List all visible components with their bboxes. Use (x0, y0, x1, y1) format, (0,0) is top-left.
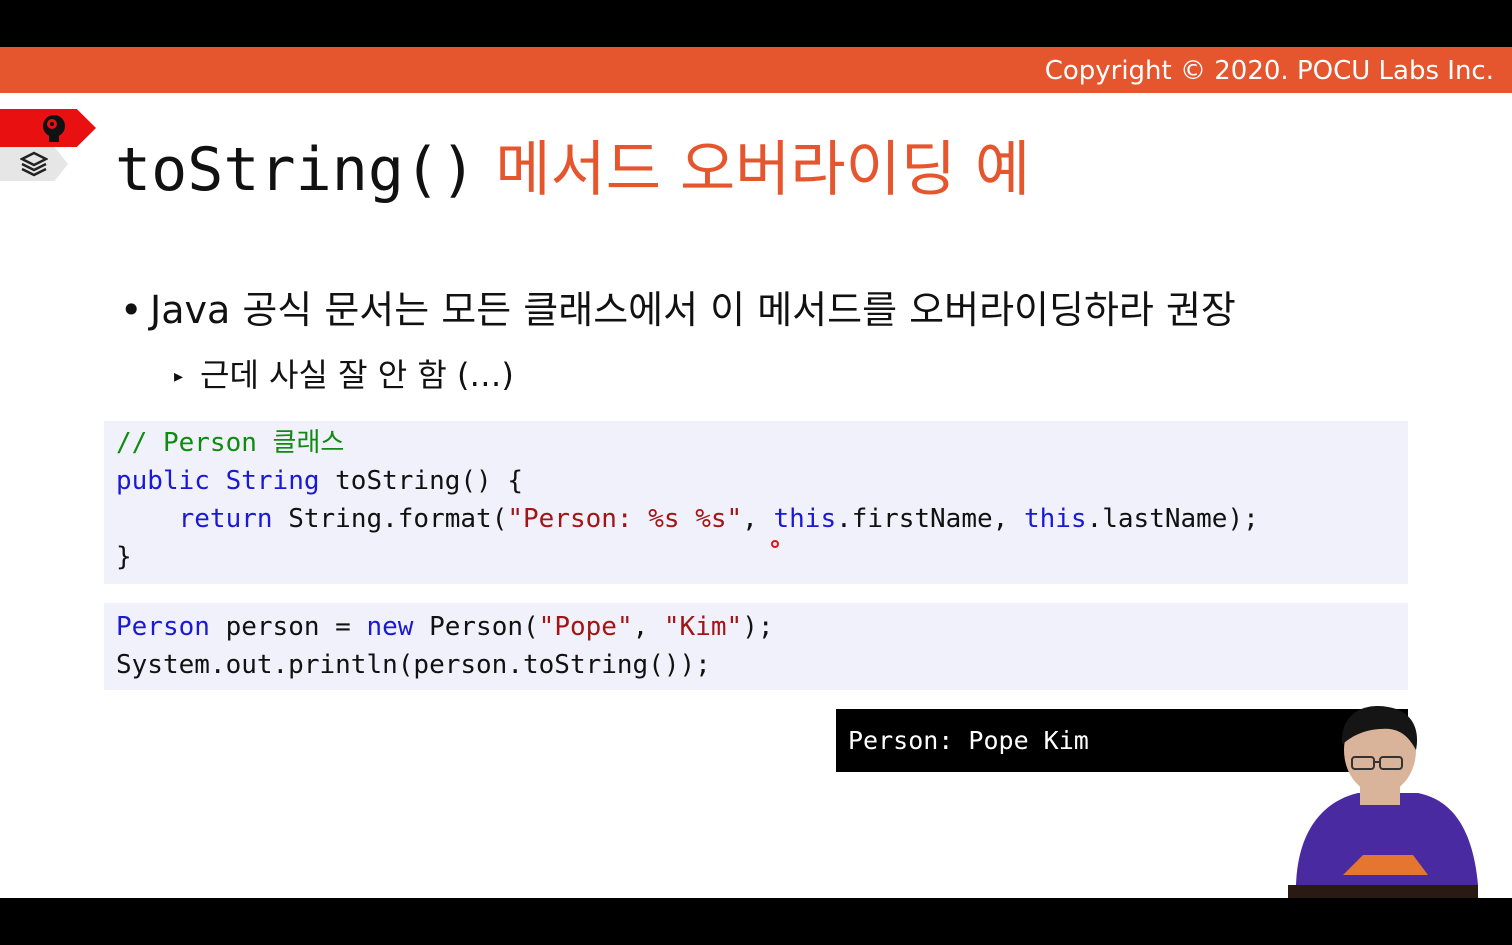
code-keyword: new (366, 612, 414, 642)
code-text: Person( (413, 612, 539, 642)
code-text: System.out.println(person.toString()); (116, 650, 711, 680)
code-block-tostring: // Person 클래스 public String toString() { … (104, 421, 1408, 584)
code-text: .firstName, (836, 504, 1024, 534)
code-string: "Pope" (538, 612, 633, 642)
code-line: } (116, 538, 1396, 576)
code-text: .lastName); (1086, 504, 1259, 534)
code-line: // Person 클래스 (116, 424, 1396, 462)
code-comment: // Person 클래스 (116, 428, 345, 458)
brain-icon (38, 112, 70, 147)
code-keyword: this (1023, 504, 1087, 534)
code-keyword: String (225, 466, 320, 496)
code-string: "Person: %s %s" (507, 504, 743, 534)
bullet-level2: ▸ 근데 사실 잘 안 함 (…) (174, 353, 514, 399)
brain-badge (0, 109, 96, 147)
bullet-dot: • (120, 288, 143, 332)
slide: Copyright © 2020. POCU Labs Inc. toStrin… (0, 47, 1512, 898)
header-bar: Copyright © 2020. POCU Labs Inc. (0, 47, 1512, 93)
title-korean: 메서드 오버라이딩 예 (495, 135, 1031, 205)
code-keyword: this (773, 504, 837, 534)
pointer-indicator (771, 540, 779, 548)
stack-icon (19, 151, 49, 181)
code-type: Person (116, 612, 210, 642)
stack-badge (0, 147, 68, 181)
title-code: toString() (115, 135, 477, 205)
code-text: person = (209, 612, 367, 642)
code-text: , (742, 504, 774, 534)
presenter-video (1288, 705, 1488, 898)
code-line: System.out.println(person.toString()); (116, 646, 1396, 684)
bullet-level1-text: Java 공식 문서는 모든 클래스에서 이 메서드를 오버라이딩하라 권장 (150, 288, 1236, 332)
code-text: } (116, 542, 132, 572)
code-keyword: return (178, 504, 273, 534)
code-line: Person person = new Person("Pope", "Kim"… (116, 608, 1396, 646)
code-block-usage: Person person = new Person("Pope", "Kim"… (104, 603, 1408, 690)
copyright-text: Copyright © 2020. POCU Labs Inc. (1044, 56, 1494, 86)
code-line: public String toString() { (116, 462, 1396, 500)
bullet-level2-text: 근데 사실 잘 안 함 (…) (200, 356, 514, 394)
slide-title: toString() 메서드 오버라이딩 예 (115, 131, 1030, 209)
bullet-triangle-icon: ▸ (174, 366, 184, 387)
code-text: String.format( (272, 504, 508, 534)
code-text: , (632, 612, 664, 642)
code-text: ); (742, 612, 774, 642)
code-line: return String.format("Person: %s %s", th… (116, 500, 1396, 538)
code-string: "Kim" (663, 612, 743, 642)
code-keyword: public (116, 466, 210, 496)
bullet-level1: • Java 공식 문서는 모든 클래스에서 이 메서드를 오버라이딩하라 권장 (120, 285, 1236, 335)
code-text: toString() { (319, 466, 523, 496)
